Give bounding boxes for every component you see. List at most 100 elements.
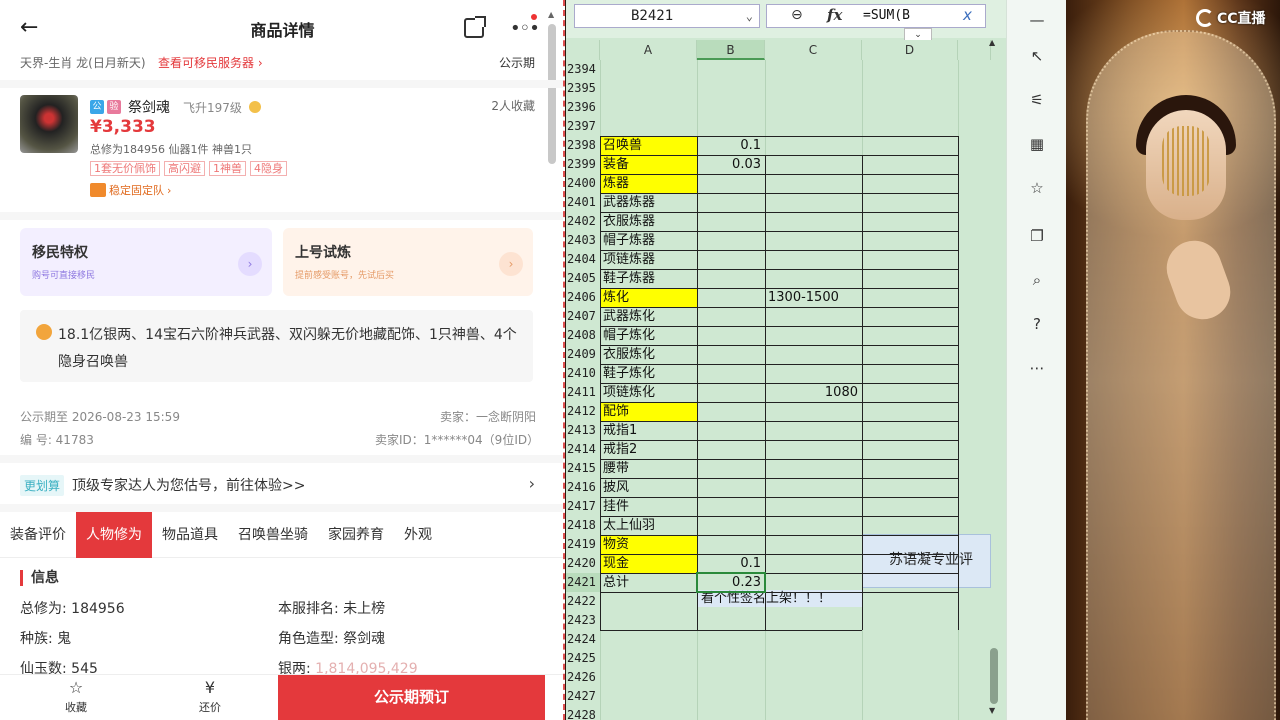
bargain-button[interactable]: ¥ 还价	[180, 679, 240, 715]
row-header[interactable]: 2414	[566, 440, 600, 459]
cell-c[interactable]	[765, 98, 862, 117]
row-header[interactable]: 2420	[566, 554, 600, 573]
cell-c[interactable]	[765, 212, 862, 231]
cell-c[interactable]	[765, 307, 862, 326]
tab-character[interactable]: 人物修为	[76, 512, 152, 558]
cursor-icon[interactable]: ↖	[1027, 46, 1047, 66]
name-box[interactable]: B2421 ⌄	[574, 4, 760, 28]
cell-c[interactable]	[765, 250, 862, 269]
tab-home[interactable]: 家园养育	[318, 512, 394, 558]
cell-a[interactable]: 太上仙羽	[601, 516, 697, 535]
cell-b[interactable]	[697, 364, 765, 383]
tab-items[interactable]: 物品道具	[152, 512, 228, 558]
cell-c[interactable]	[765, 193, 862, 212]
row-header[interactable]: 2419	[566, 535, 600, 554]
panel-scrollbar[interactable]	[548, 24, 556, 164]
row-header[interactable]: 2415	[566, 459, 600, 478]
cell-c[interactable]	[765, 668, 862, 687]
row-header[interactable]: 2410	[566, 364, 600, 383]
row-header[interactable]: 2408	[566, 326, 600, 345]
cell-c[interactable]	[765, 79, 862, 98]
cell-b[interactable]	[697, 649, 765, 668]
cell-c[interactable]	[765, 136, 862, 155]
row-header[interactable]: 2400	[566, 174, 600, 193]
function-icon[interactable]: fx	[827, 6, 842, 24]
cell-b[interactable]	[697, 212, 765, 231]
cell-b[interactable]	[697, 630, 765, 649]
cell-c[interactable]	[765, 174, 862, 193]
cell-a[interactable]: 项链炼化	[601, 383, 697, 402]
row-header[interactable]: 2423	[566, 611, 600, 630]
row-header[interactable]: 2427	[566, 687, 600, 706]
row-header[interactable]: 2422	[566, 592, 600, 611]
cell-c[interactable]	[765, 117, 862, 136]
cell-c[interactable]	[765, 326, 862, 345]
cell-c[interactable]	[765, 402, 862, 421]
cell-a[interactable]: 帽子炼化	[601, 326, 697, 345]
layout-icon[interactable]: ▦	[1027, 134, 1047, 154]
cell-b[interactable]	[697, 383, 765, 402]
row-header[interactable]: 2428	[566, 706, 600, 720]
cell-c[interactable]	[765, 535, 862, 554]
row-header[interactable]: 2406	[566, 288, 600, 307]
cell-b[interactable]	[697, 516, 765, 535]
cell-a[interactable]	[601, 706, 697, 720]
cell-c[interactable]	[765, 440, 862, 459]
cell-c[interactable]	[765, 706, 862, 720]
favorite-button[interactable]: ☆ 收藏	[46, 679, 106, 715]
cell-b[interactable]	[697, 326, 765, 345]
cell-a[interactable]	[601, 592, 697, 611]
cell-c[interactable]	[765, 459, 862, 478]
cell-a[interactable]	[601, 649, 697, 668]
cell-a[interactable]: 挂件	[601, 497, 697, 516]
star-icon[interactable]: ☆	[1027, 178, 1047, 198]
cell-c[interactable]	[765, 592, 862, 611]
row-header[interactable]: 2405	[566, 269, 600, 288]
row-header[interactable]: 2426	[566, 668, 600, 687]
cell-c[interactable]	[765, 611, 862, 630]
cell-b[interactable]	[697, 402, 765, 421]
cell-b[interactable]	[697, 307, 765, 326]
column-header-c[interactable]: C	[765, 40, 862, 60]
row-header[interactable]: 2424	[566, 630, 600, 649]
cell-a[interactable]: 炼器	[601, 174, 697, 193]
cell-b[interactable]	[697, 687, 765, 706]
cell-b[interactable]	[697, 250, 765, 269]
cell-b[interactable]	[697, 592, 765, 611]
cell-a[interactable]	[601, 98, 697, 117]
cell-b[interactable]	[697, 79, 765, 98]
row-header[interactable]: 2402	[566, 212, 600, 231]
minimize-icon[interactable]: —	[1027, 10, 1047, 30]
sliders-icon[interactable]: ⚟	[1027, 90, 1047, 110]
cell-a[interactable]: 戒指1	[601, 421, 697, 440]
cell-a[interactable]: 帽子炼器	[601, 231, 697, 250]
row-header[interactable]: 2395	[566, 79, 600, 98]
cell-c[interactable]	[765, 630, 862, 649]
cell-b[interactable]	[697, 459, 765, 478]
cell-b[interactable]	[697, 288, 765, 307]
reserve-button[interactable]: 公示期预订	[278, 675, 545, 720]
row-header[interactable]: 2411	[566, 383, 600, 402]
cell-a[interactable]: 戒指2	[601, 440, 697, 459]
cell-b[interactable]	[697, 117, 765, 136]
cell-b[interactable]: 0.1	[697, 554, 765, 573]
back-arrow-icon[interactable]: ←	[20, 16, 44, 40]
cell-c[interactable]	[765, 269, 862, 288]
row-header[interactable]: 2407	[566, 307, 600, 326]
column-header-b[interactable]: B	[697, 40, 765, 60]
row-header[interactable]: 2394	[566, 60, 600, 79]
cell-c[interactable]	[765, 60, 862, 79]
cell-c[interactable]: 1300-1500	[765, 288, 862, 307]
cell-a[interactable]	[601, 630, 697, 649]
cell-a[interactable]: 鞋子炼化	[601, 364, 697, 383]
row-header[interactable]: 2398	[566, 136, 600, 155]
row-header[interactable]: 2417	[566, 497, 600, 516]
cell-a[interactable]: 鞋子炼器	[601, 269, 697, 288]
cell-a[interactable]: 衣服炼器	[601, 212, 697, 231]
expert-valuation-banner[interactable]: 更划算 顶级专家达人为您估号，前往体验>> ›	[0, 466, 563, 504]
row-header[interactable]: 2421	[566, 573, 600, 592]
column-header-e[interactable]	[958, 40, 991, 60]
cell-b[interactable]	[697, 345, 765, 364]
cell-b[interactable]	[697, 269, 765, 288]
tab-equipment[interactable]: 装备评价	[0, 512, 76, 558]
